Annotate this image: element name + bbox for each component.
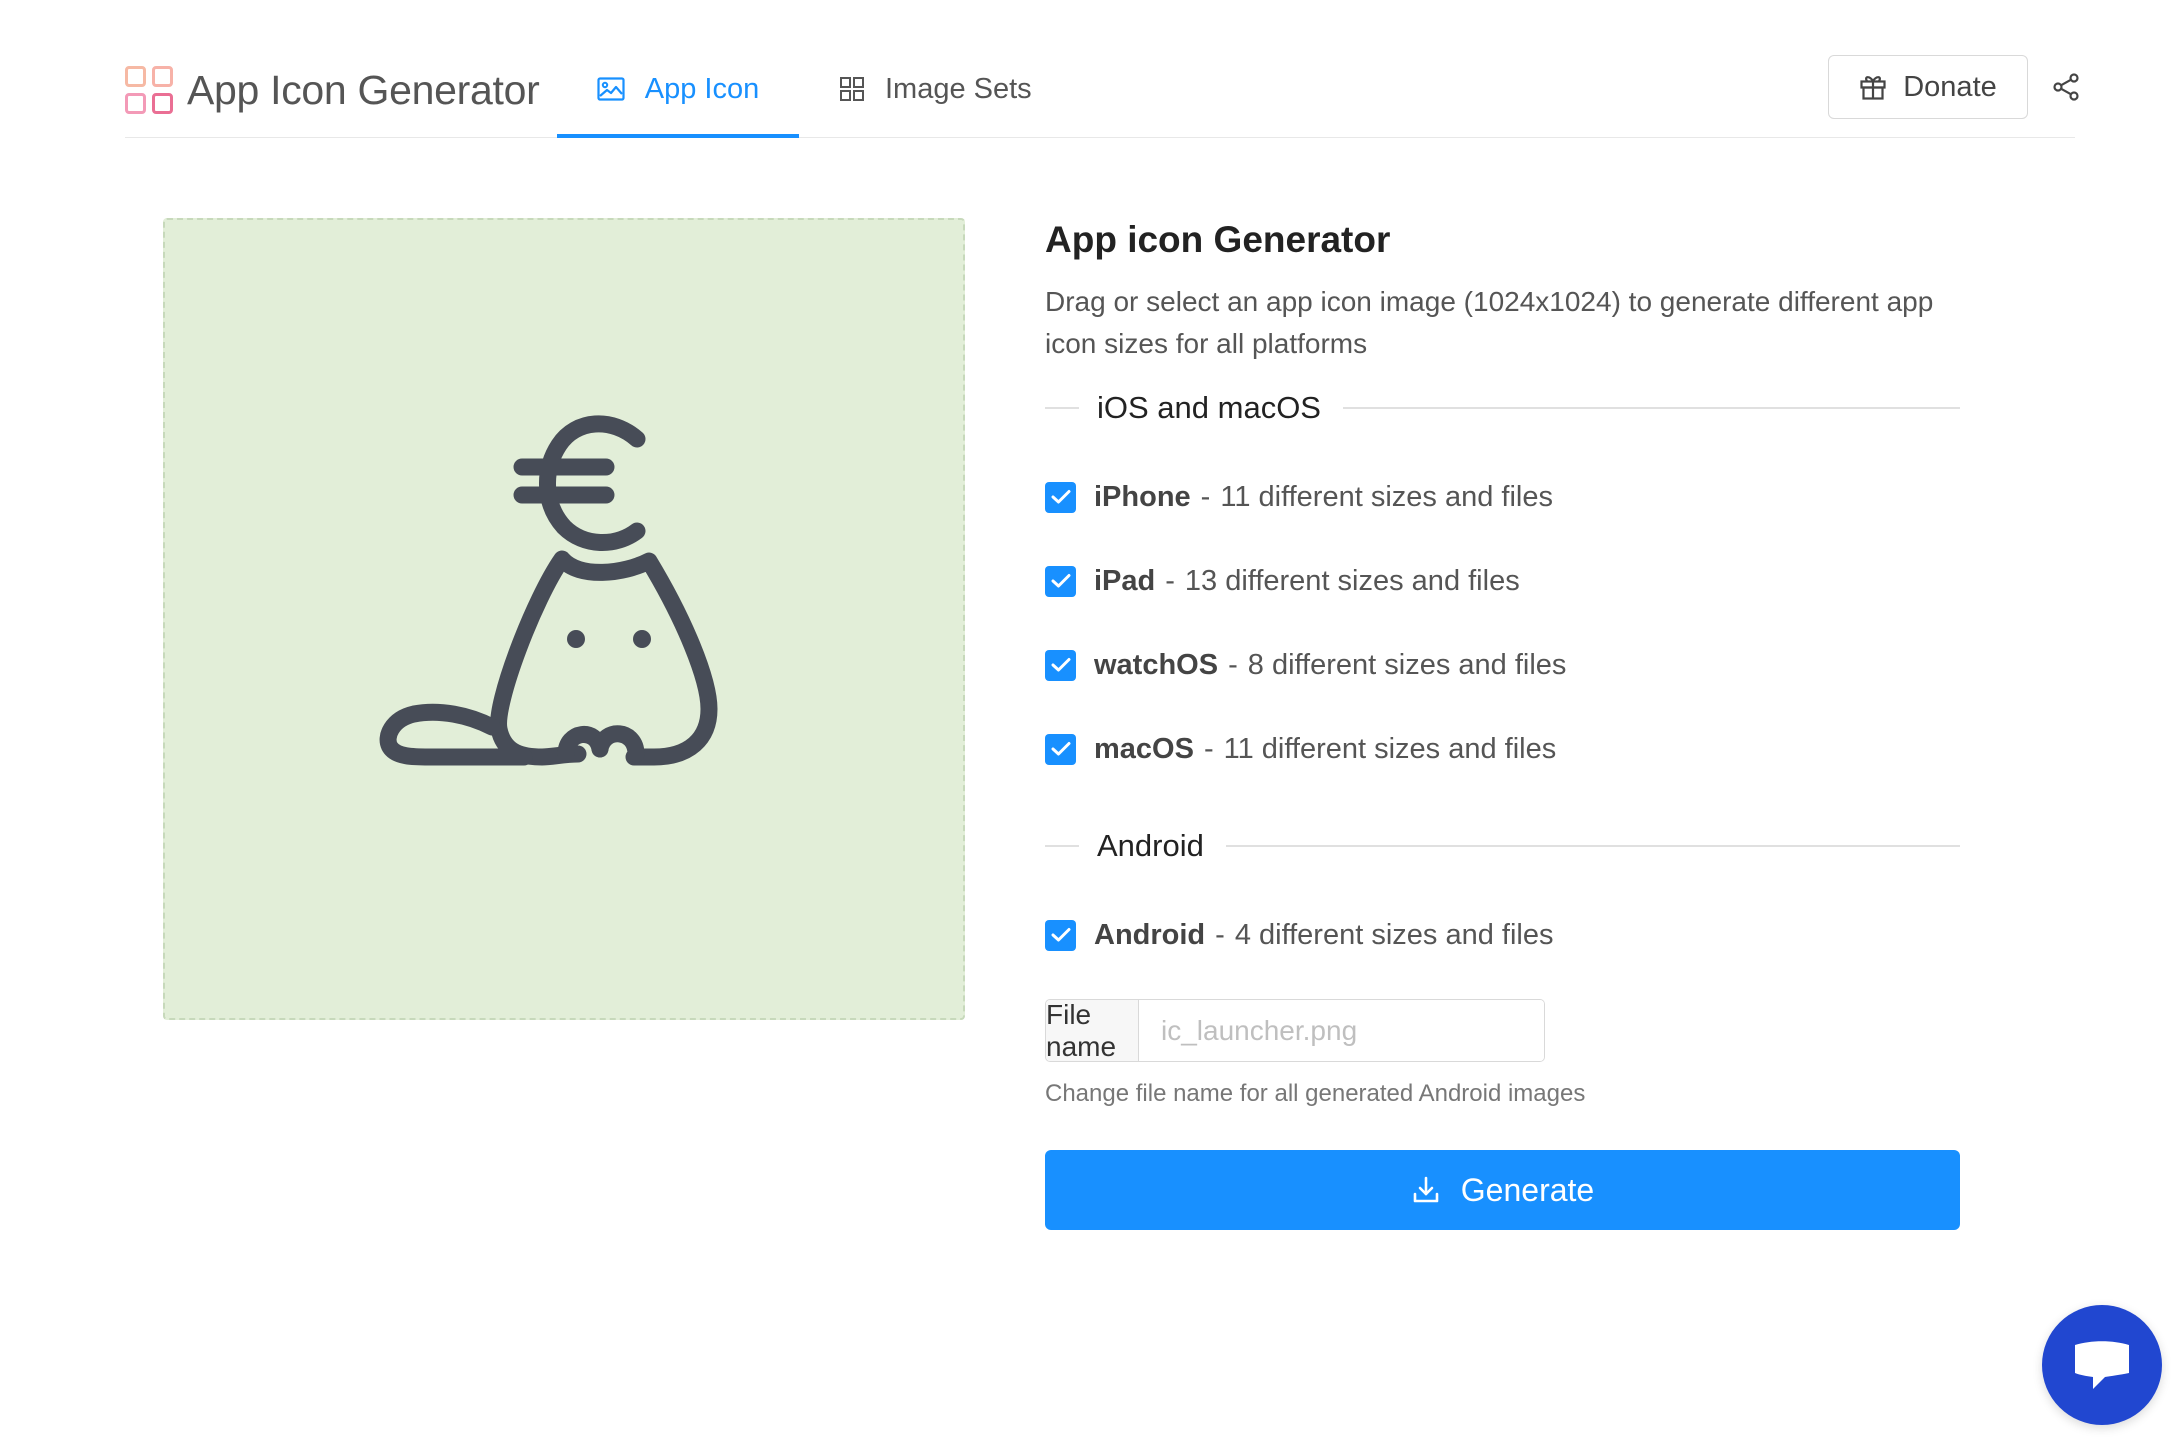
file-name-field-group: File name — [1045, 999, 1545, 1062]
option-detail: 13 different sizes and files — [1184, 564, 1520, 597]
logo-grid-icon — [125, 66, 173, 114]
iphone-checkbox[interactable] — [1045, 481, 1076, 513]
android-checkbox[interactable] — [1045, 919, 1076, 951]
tab-image-sets-label: Image Sets — [885, 72, 1032, 105]
section-heading-android: Android — [1045, 821, 1960, 871]
option-name: iPhone — [1094, 480, 1191, 513]
checkmark-icon — [1051, 742, 1070, 756]
option-detail: 4 different sizes and files — [1234, 918, 1554, 951]
option-name: iPad — [1094, 564, 1156, 597]
file-name-input[interactable] — [1139, 1000, 1544, 1061]
option-detail: 8 different sizes and files — [1247, 648, 1567, 681]
option-name: macOS — [1094, 732, 1194, 765]
chat-bubble-icon — [2075, 1341, 2129, 1389]
option-detail: 11 different sizes and files — [1223, 732, 1557, 765]
donate-label: Donate — [1903, 70, 1997, 103]
tab-image-sets[interactable]: Image Sets — [839, 40, 1032, 138]
share-icon — [2053, 73, 2079, 101]
generate-button[interactable]: Generate — [1045, 1150, 1960, 1230]
checkmark-icon — [1051, 928, 1070, 942]
section-heading-ios-macos: iOS and macOS — [1045, 383, 1960, 433]
option-name: Android — [1094, 918, 1206, 951]
page-description: Drag or select an app icon image (1024x1… — [1045, 286, 1934, 359]
generator-panel: App icon Generator Drag or select an app… — [1045, 215, 1960, 1230]
image-icon — [597, 77, 625, 101]
icon-drop-zone[interactable] — [163, 218, 965, 1020]
checkmark-icon — [1051, 658, 1070, 672]
page-title: App icon Generator — [1045, 219, 1391, 260]
file-name-help-text: Change file name for all generated Andro… — [1045, 1080, 1586, 1107]
section-heading-label: iOS and macOS — [1097, 390, 1321, 425]
option-name: watchOS — [1094, 648, 1219, 681]
checkmark-icon — [1051, 574, 1070, 588]
macos-checkbox[interactable] — [1045, 733, 1076, 765]
option-macos[interactable]: macOS - 11 different sizes and files — [1045, 727, 1960, 771]
download-icon — [1413, 1176, 1439, 1203]
option-ipad[interactable]: iPad - 13 different sizes and files — [1045, 559, 1960, 603]
generate-label: Generate — [1460, 1171, 1595, 1208]
cat-with-euro-icon — [379, 415, 718, 766]
top-navigation: App Icon Generator App Icon Image Sets D… — [125, 40, 2079, 138]
donate-button[interactable]: Donate — [1828, 55, 2028, 119]
option-iphone[interactable]: iPhone - 11 different sizes and files — [1045, 475, 1960, 519]
app-name: App Icon Generator — [187, 66, 540, 113]
option-detail: 11 different sizes and files — [1220, 480, 1553, 513]
checkmark-icon — [1051, 490, 1070, 504]
share-button[interactable] — [2050, 71, 2082, 103]
option-watchos[interactable]: watchOS - 8 different sizes and files — [1045, 643, 1960, 687]
watchos-checkbox[interactable] — [1045, 649, 1076, 681]
grid-icon — [840, 77, 864, 101]
tab-app-icon[interactable]: App Icon — [557, 40, 799, 138]
app-logo[interactable]: App Icon Generator — [125, 66, 540, 114]
ipad-checkbox[interactable] — [1045, 565, 1076, 597]
section-heading-label: Android — [1097, 828, 1204, 863]
option-android[interactable]: Android - 4 different sizes and files — [1045, 913, 1960, 957]
gift-icon — [1860, 76, 1886, 100]
chat-button[interactable] — [2042, 1305, 2162, 1425]
tab-app-icon-label: App Icon — [644, 72, 760, 105]
file-name-label: File name — [1046, 1000, 1139, 1061]
